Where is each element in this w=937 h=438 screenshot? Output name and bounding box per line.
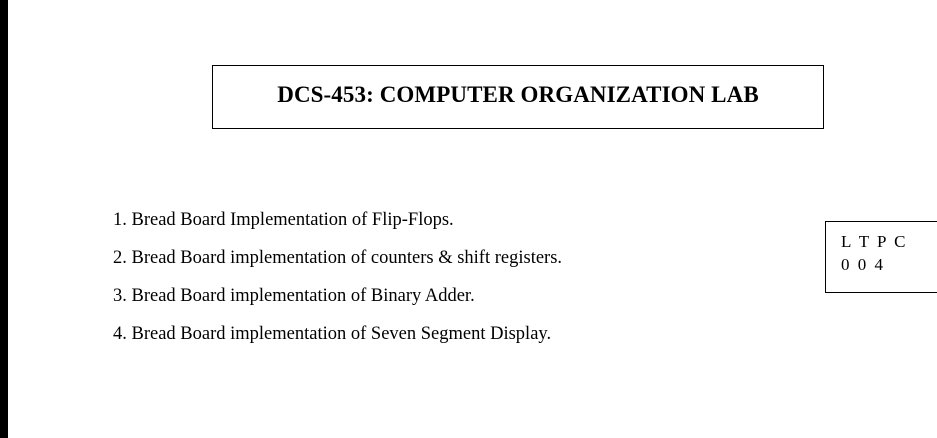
course-title: DCS-453: COMPUTER ORGANIZATION LAB	[277, 82, 759, 107]
list-item: 1. Bread Board Implementation of Flip-Fl…	[113, 210, 454, 230]
page-left-edge	[0, 0, 8, 438]
credits-header: L T P C	[841, 232, 908, 251]
course-title-box: DCS-453: COMPUTER ORGANIZATION LAB	[212, 65, 824, 129]
list-item: 4. Bread Board implementation of Seven S…	[113, 324, 552, 344]
credits-values: 0 0 4	[841, 255, 885, 274]
experiment-list: 1. Bread Board Implementation of Flip-Fl…	[113, 210, 562, 362]
list-item: 3. Bread Board implementation of Binary …	[113, 286, 475, 306]
credits-box: L T P C 0 0 4	[825, 221, 937, 293]
list-item: 2. Bread Board implementation of counter…	[113, 248, 563, 268]
